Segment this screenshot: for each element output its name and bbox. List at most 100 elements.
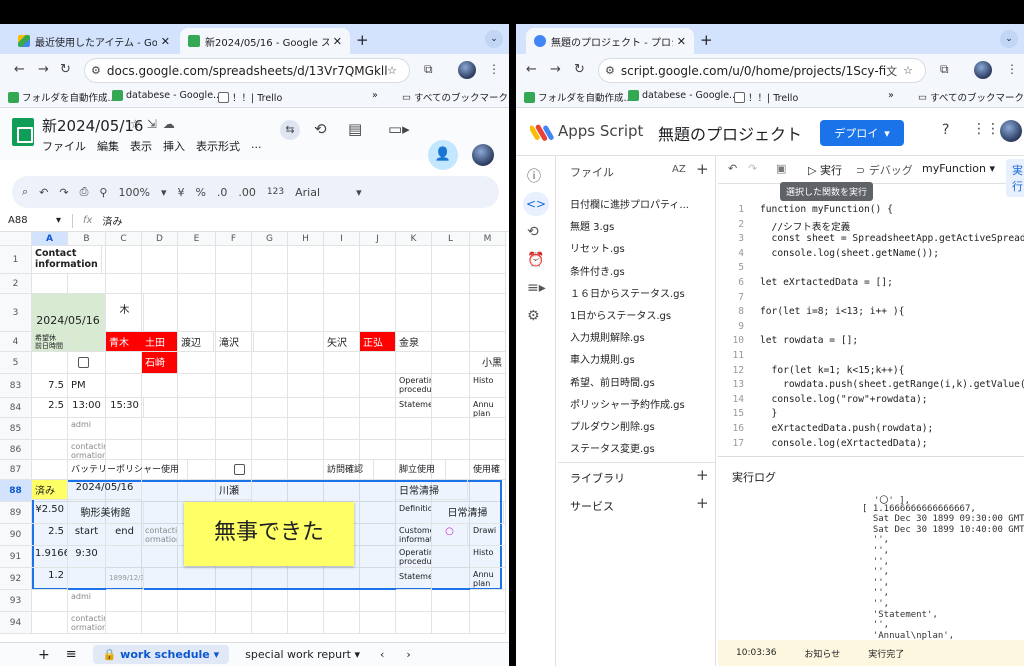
cell[interactable] [178,352,216,374]
cell[interactable]: contactinf ormation [142,524,178,546]
cell[interactable] [360,374,396,398]
cell[interactable] [178,294,216,332]
spreadsheet-grid[interactable]: A B C D E F G H I J K L M 1 2 3 4 5 83 84 85 86 87 88 89 90 91 92 93… [0,232,509,662]
cell[interactable]: 土田 [142,332,178,352]
cell[interactable] [32,440,68,460]
column-header[interactable]: F [216,232,252,246]
cell[interactable] [142,590,178,612]
percent-button[interactable]: % [195,186,205,199]
cell[interactable] [106,352,142,374]
move-icon[interactable]: ⇲ [147,117,163,131]
cell[interactable] [32,418,68,440]
code-line[interactable]: } [760,408,778,419]
close-icon[interactable]: ✕ [677,35,686,48]
cell[interactable]: 2.5 [32,398,68,418]
checkbox[interactable] [234,464,245,475]
cell[interactable] [216,352,252,374]
cell[interactable]: 13:00 [68,398,106,418]
cell[interactable] [432,352,470,374]
url-bar[interactable]: ⚙ docs.google.com/spreadsheets/d/13Vr7QM… [84,58,410,83]
cell[interactable]: Drawi [470,524,506,546]
search-icon[interactable]: ⌕ [22,185,28,199]
cell[interactable] [252,274,288,294]
all-bookmarks[interactable]: ▭ すべてのブックマーク [402,90,508,105]
cell[interactable] [288,418,324,440]
cell[interactable] [470,418,506,440]
cell[interactable] [216,294,252,332]
cell[interactable] [32,612,68,634]
profile-avatar[interactable] [458,61,476,79]
cell[interactable]: PM [68,374,106,398]
cell[interactable] [142,612,178,634]
cell[interactable]: 滝沢 [216,332,254,352]
cell[interactable] [396,418,432,440]
cell[interactable]: 希望休 前日時間 [32,332,68,352]
cell[interactable] [252,294,288,332]
column-header[interactable]: M [470,232,506,246]
cell[interactable] [178,418,216,440]
row-header[interactable]: 86 [0,440,32,460]
code-line[interactable]: for(let i=8; i<13; i++ ){ [760,306,904,317]
column-header[interactable]: J [360,232,396,246]
file-item[interactable]: リセット.gs [570,240,625,255]
close-icon[interactable]: ✕ [333,35,342,48]
cell[interactable] [252,612,288,634]
cell[interactable]: 15:30 [106,398,144,418]
checkbox[interactable] [78,357,89,368]
cell[interactable] [432,440,470,460]
site-info-icon[interactable]: ⚙ [605,64,615,77]
cell[interactable] [470,274,506,294]
file-item[interactable]: １６日からステータス.gs [570,285,685,300]
row-header[interactable]: 84 [0,398,32,418]
menu-insert[interactable]: 挿入 [163,138,185,154]
cell[interactable] [32,274,68,294]
cell[interactable] [252,246,288,274]
cell[interactable]: 金泉 [396,332,432,352]
cell[interactable] [470,612,506,634]
cell[interactable] [470,246,506,274]
cell[interactable] [324,398,360,418]
decrease-decimal-button[interactable]: .0 [217,186,228,199]
cell[interactable]: Operating procedures [396,374,432,398]
chevron-down-icon[interactable]: ▾ [356,186,362,199]
cell[interactable] [396,246,432,274]
cell[interactable] [106,612,142,634]
cell[interactable]: 駒形美術館 [68,502,144,524]
cell[interactable] [360,612,396,634]
cell[interactable]: 1899/12/30 [106,568,144,590]
row-header[interactable]: 5 [0,352,32,374]
apps-script-logo[interactable] [530,122,554,144]
chevron-right-icon[interactable]: » [888,90,894,101]
window-divider[interactable] [509,24,516,666]
back-icon[interactable]: ← [14,62,25,77]
cell[interactable] [396,590,432,612]
file-item[interactable]: 無題 3.gs [570,218,614,233]
cell[interactable]: Statement [396,568,432,590]
new-tab-icon[interactable]: + [700,31,713,49]
column-header[interactable]: I [324,232,360,246]
meet-icon[interactable]: ▭▸ [388,120,410,138]
execution-log-button[interactable]: 実行 [1006,159,1024,197]
chevron-down-icon[interactable]: ▾ [56,215,72,226]
cell[interactable] [216,374,252,398]
menu-edit[interactable]: 編集 [97,138,119,154]
tab-search-icon[interactable]: ⌄ [485,30,503,48]
cell[interactable] [324,612,360,634]
menu-format[interactable]: 表示形式 [196,138,240,154]
cell[interactable]: end [106,524,144,546]
row-header[interactable]: 91 [0,546,32,568]
chevron-right-icon[interactable]: » [372,90,378,101]
cell[interactable] [288,398,324,418]
name-box[interactable]: A88 [0,215,56,226]
code-line[interactable]: rowdata.push(sheet.getRange(i,k).getValu… [760,379,1024,390]
cell[interactable] [288,612,324,634]
forward-icon[interactable]: → [550,62,561,77]
cell[interactable] [252,352,288,374]
cell[interactable] [288,274,324,294]
cell[interactable]: 7.5 [32,374,68,398]
file-item[interactable]: 条件付き.gs [570,263,625,278]
triggers-icon[interactable]: ⏰ [527,252,544,268]
cell[interactable]: 2.5 [32,524,68,546]
cell[interactable] [32,590,68,612]
column-header[interactable]: C [106,232,142,246]
